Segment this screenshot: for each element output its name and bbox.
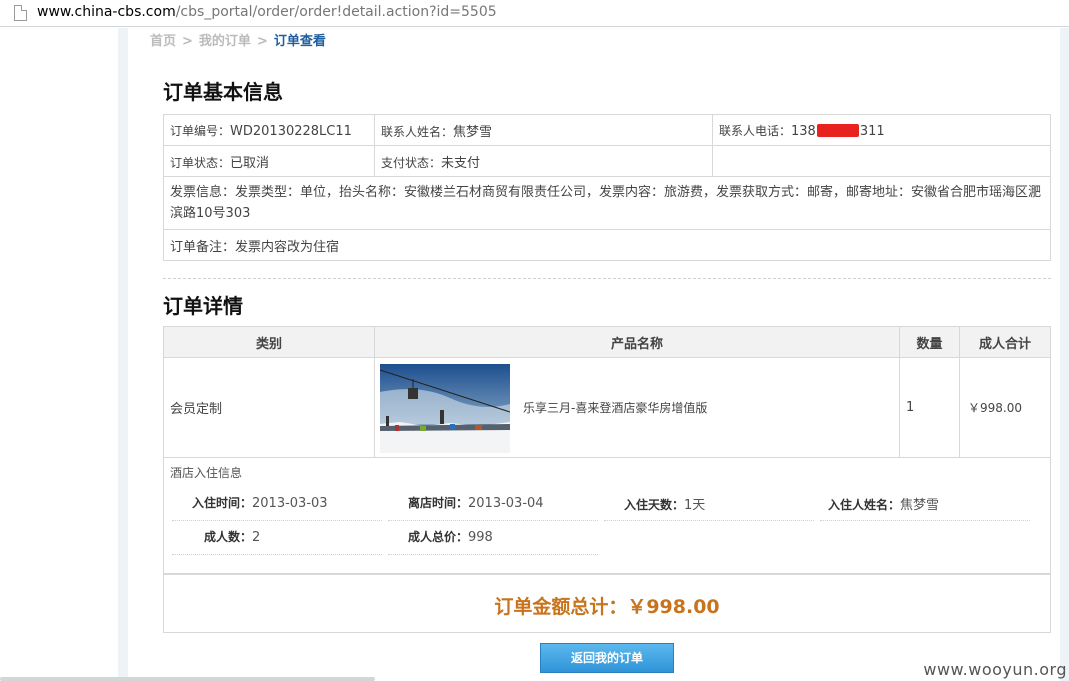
checkin-field: 入住时间：2013-03-03	[172, 494, 382, 521]
row-adult-total: ￥998.00	[959, 357, 1051, 458]
right-border-strip	[1060, 28, 1069, 681]
back-to-my-orders-button[interactable]: 返回我的订单	[540, 643, 674, 673]
contact-phone: 138 311	[791, 123, 885, 139]
invoice-info: 发票信息：发票类型：单位，抬头名称：安徽楼兰石材商贸有限责任公司，发票内容：旅游…	[163, 176, 1051, 230]
contact-name-cell: 联系人姓名：焦梦雪	[374, 114, 713, 146]
redaction-mark	[816, 123, 859, 137]
row-product: 乐享三月-喜来登酒店豪华房增值版	[374, 357, 900, 458]
col-header-product: 产品名称	[374, 326, 900, 358]
horizontal-scrollbar[interactable]	[0, 677, 375, 681]
pay-status-cell: 支付状态：未支付	[374, 145, 713, 177]
order-no-cell: 订单编号：WD20130228LC11	[163, 114, 375, 146]
url-text[interactable]: www.china-cbs.com/cbs_portal/order/order…	[37, 4, 497, 20]
days-value: 1天	[684, 498, 706, 513]
checkout-value: 2013-03-04	[468, 496, 544, 511]
section-divider	[163, 278, 1051, 279]
breadcrumb: 首页 > 我的订单 > 订单查看	[150, 34, 326, 49]
page-icon	[14, 5, 27, 21]
pay-status: 未支付	[441, 155, 481, 171]
order-detail-table: 类别 产品名称 数量 成人合计 会员定制 乐享三月-喜来登酒店豪华房增值版 1 …	[163, 326, 1051, 458]
adults-field: 成人数：2	[172, 528, 382, 555]
guest-field: 入住人姓名：焦梦雪	[820, 494, 1030, 521]
row-category: 会员定制	[163, 357, 375, 458]
order-no: WD20130228LC11	[230, 123, 352, 139]
contact-phone-cell: 联系人电话：138 311	[712, 114, 1051, 146]
basic-info-table: 订单编号：WD20130228LC11 联系人姓名：焦梦雪 联系人电话：138 3…	[163, 114, 1051, 261]
order-status: 已取消	[230, 155, 270, 171]
col-header-quantity: 数量	[899, 326, 960, 358]
checkin-value: 2013-03-03	[252, 496, 328, 511]
checkout-field: 离店时间：2013-03-04	[388, 494, 598, 521]
contact-name: 焦梦雪	[453, 124, 493, 140]
row-quantity: 1	[899, 357, 960, 458]
hotel-info-title: 酒店入住信息	[170, 466, 243, 480]
adult-price-value: 998	[468, 530, 493, 545]
table-row: 会员定制 乐享三月-喜来登酒店豪华房增值版 1 ￥998.00	[163, 357, 1051, 458]
order-remark: 订单备注：发票内容改为住宿	[163, 229, 1051, 261]
breadcrumb-my-orders[interactable]: 我的订单	[199, 34, 251, 49]
product-name-link[interactable]: 乐享三月-喜来登酒店豪华房增值版	[523, 399, 707, 416]
hotel-info-box: 酒店入住信息 入住时间：2013-03-03 离店时间：2013-03-04 入…	[163, 458, 1051, 574]
adults-value: 2	[252, 530, 261, 545]
empty-cell	[712, 145, 1051, 177]
order-total-box: 订单金额总计：￥998.00	[163, 574, 1051, 633]
guest-value: 焦梦雪	[900, 498, 940, 513]
days-field: 入住天数：1天	[604, 494, 814, 521]
order-total: 订单金额总计：￥998.00	[494, 596, 720, 618]
main-content: 首页 > 我的订单 > 订单查看 订单基本信息 订单编号：WD20130228LC11 …	[128, 28, 1060, 681]
col-header-adult-total: 成人合计	[959, 326, 1051, 358]
address-bar[interactable]: www.china-cbs.com/cbs_portal/order/order…	[0, 0, 1069, 27]
adult-price-field: 成人总价：998	[388, 528, 598, 555]
order-detail-title: 订单详情	[163, 294, 243, 318]
order-status-cell: 订单状态：已取消	[163, 145, 375, 177]
watermark: www.wooyun.org	[923, 660, 1067, 679]
product-image[interactable]	[380, 364, 510, 453]
left-margin	[0, 28, 118, 681]
col-header-category: 类别	[163, 326, 375, 358]
basic-info-title: 订单基本信息	[163, 80, 283, 104]
left-border-strip	[118, 28, 128, 681]
breadcrumb-current: 订单查看	[273, 34, 326, 49]
breadcrumb-home[interactable]: 首页	[150, 34, 176, 49]
